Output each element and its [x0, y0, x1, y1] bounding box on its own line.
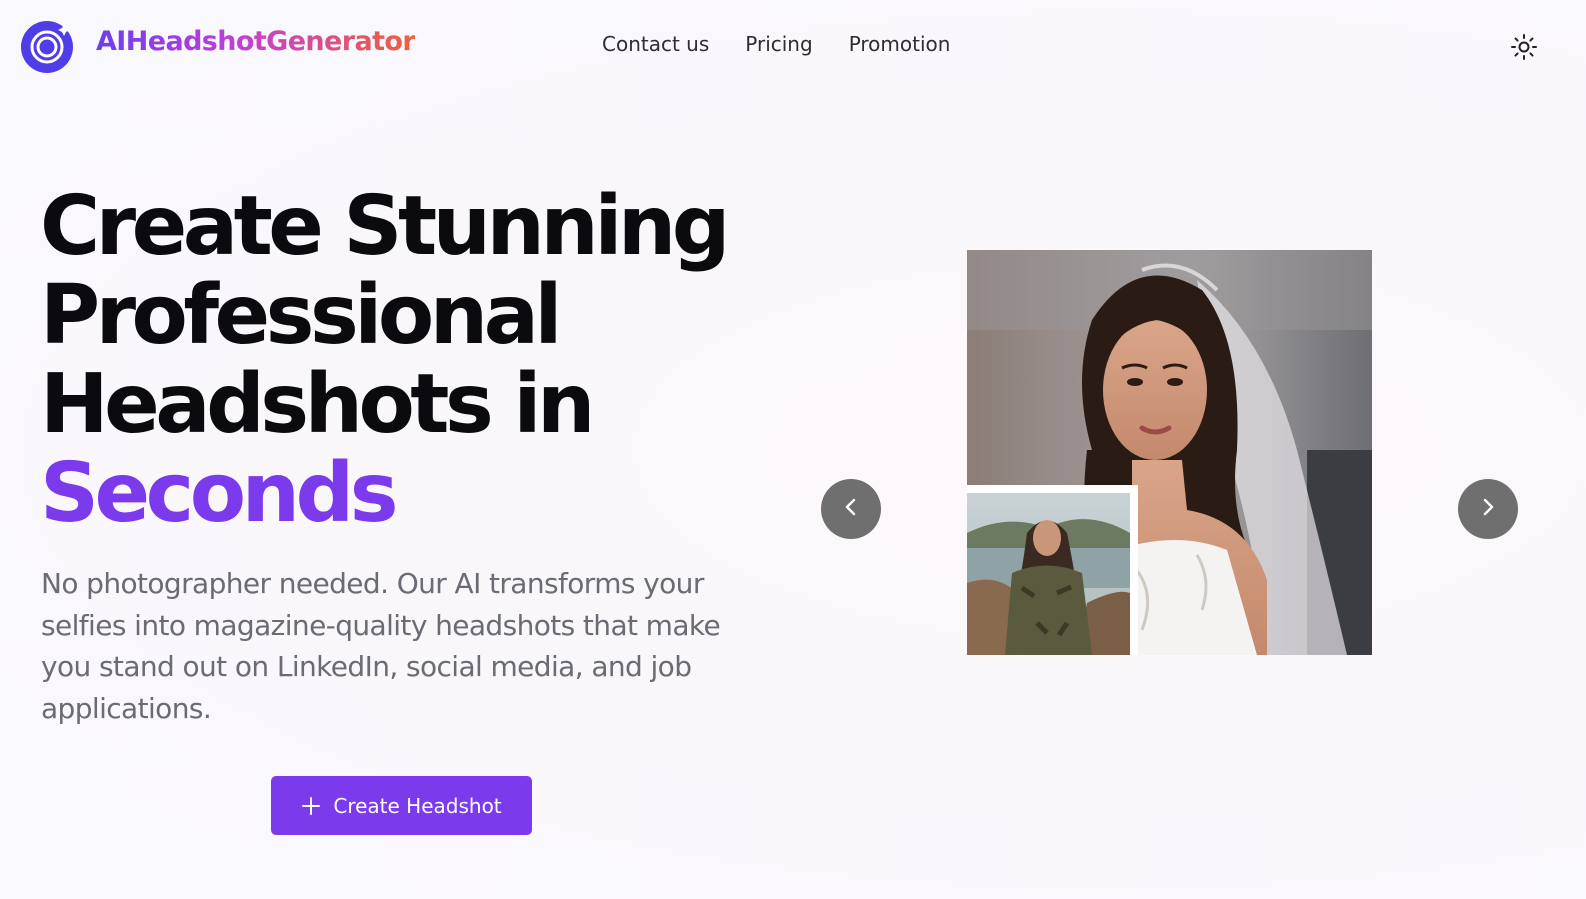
chevron-right-icon	[1476, 495, 1500, 523]
plus-icon	[301, 796, 321, 816]
site-header: AIHeadshotGenerator Contact us Pricing P…	[0, 0, 1586, 92]
create-headshot-label: Create Headshot	[333, 793, 502, 818]
hero-title: Create Stunning Professional Headshots i…	[40, 182, 800, 538]
hero-title-line-1: Create Stunning	[40, 179, 731, 274]
hero-title-line-2: Professional	[40, 268, 563, 363]
carousel-prev-button[interactable]	[821, 479, 881, 539]
nav-pricing[interactable]: Pricing	[745, 32, 812, 56]
sun-icon[interactable]	[1510, 33, 1538, 61]
selfie-lakeside-photo	[967, 485, 1138, 655]
main-nav: Contact us Pricing Promotion	[602, 32, 950, 56]
nav-contact-us[interactable]: Contact us	[602, 32, 709, 56]
create-headshot-button[interactable]: Create Headshot	[271, 776, 532, 835]
nav-promotion[interactable]: Promotion	[849, 32, 951, 56]
hero-title-line-3: Headshots in	[40, 357, 595, 452]
logo-icon[interactable]	[20, 18, 76, 74]
carousel-next-button[interactable]	[1458, 479, 1518, 539]
hero-title-accent: Seconds	[40, 446, 399, 541]
chevron-left-icon	[839, 495, 863, 523]
brand-name[interactable]: AIHeadshotGenerator	[96, 26, 416, 57]
hero-subtitle: No photographer needed. Our AI transform…	[41, 567, 721, 725]
